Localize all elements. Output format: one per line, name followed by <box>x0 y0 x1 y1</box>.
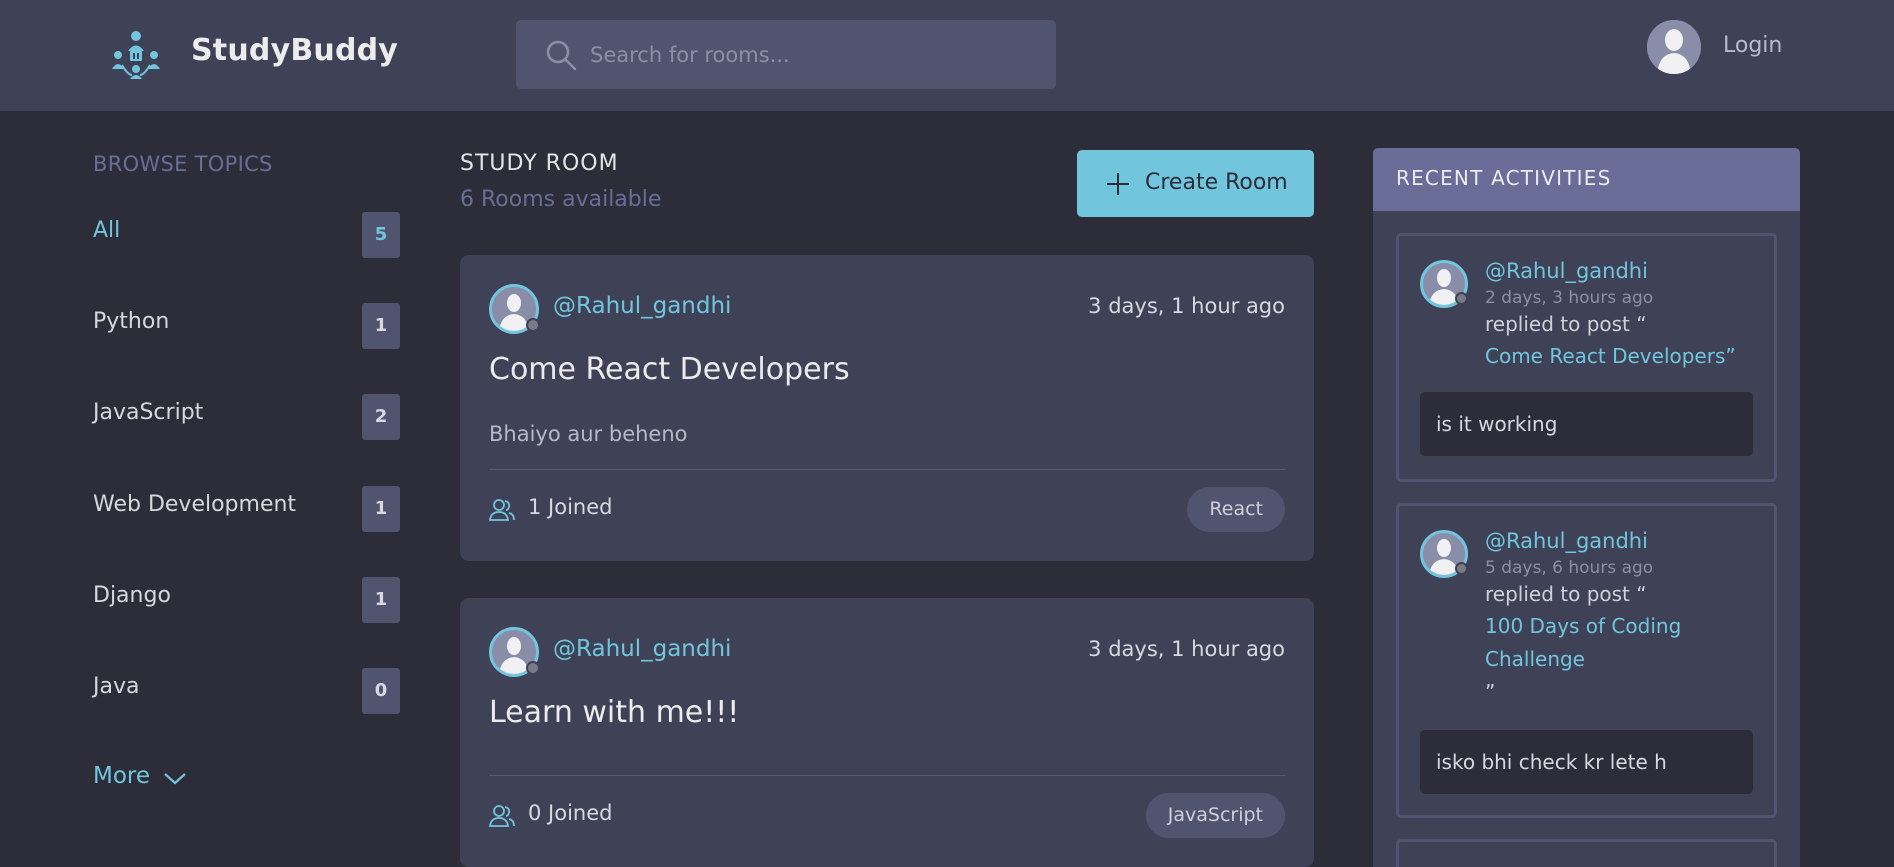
search-input[interactable] <box>590 20 1030 89</box>
create-room-button[interactable]: Create Room <box>1077 150 1314 217</box>
room-title-link[interactable]: Learn with me!!! <box>489 695 739 730</box>
joined-count: 1 Joined <box>528 495 613 519</box>
topic-count-badge: 5 <box>362 212 400 258</box>
room-topic-tag[interactable]: JavaScript <box>1145 793 1285 838</box>
room-card: @Rahul_gandhi 3 days, 1 hour ago Come Re… <box>460 255 1314 561</box>
study-room-heading: STUDY ROOM <box>460 151 619 176</box>
topic-label: All <box>93 218 121 243</box>
search-bar[interactable] <box>516 20 1056 89</box>
status-dot <box>1455 292 1468 305</box>
user-silhouette-icon <box>1647 20 1701 74</box>
card-divider <box>489 469 1285 470</box>
recent-activities-panel: RECENT ACTIVITIES @Rahul_gandhi 2 days, … <box>1373 148 1800 867</box>
activity-reply-text: is it working <box>1420 392 1753 456</box>
host-username-link[interactable]: @Rahul_gandhi <box>553 636 731 662</box>
joined-count: 0 Joined <box>528 801 613 825</box>
people-icon <box>489 499 515 521</box>
activity-post-link-cont[interactable]: Challenge <box>1485 643 1585 676</box>
activity-post-link[interactable]: 100 Days of Coding <box>1485 610 1681 643</box>
top-navbar: StudyBuddy Login <box>0 0 1894 111</box>
browse-topics-title: BROWSE TOPICS <box>93 152 273 176</box>
people-icon <box>489 805 515 827</box>
topic-count-badge: 2 <box>362 394 400 440</box>
activity-post-link[interactable]: Come React Developers” <box>1485 340 1736 373</box>
more-topics-link[interactable]: More <box>93 763 150 789</box>
create-room-label: Create Room <box>1145 170 1288 195</box>
status-dot <box>1455 562 1468 575</box>
topic-count-badge: 1 <box>362 486 400 532</box>
topic-label: JavaScript <box>93 400 204 425</box>
activity-reply-text: isko bhi check kr lete h <box>1420 730 1753 794</box>
topic-item-java[interactable]: Java 0 <box>93 668 400 714</box>
login-link[interactable]: Login <box>1723 33 1782 58</box>
activity-username-link[interactable]: @Rahul_gandhi <box>1485 529 1648 553</box>
studybuddy-logo-icon[interactable] <box>110 29 162 79</box>
topic-count-badge: 0 <box>362 668 400 714</box>
topic-item-all[interactable]: All 5 <box>93 212 400 258</box>
activity-quote-end: ” <box>1485 680 1496 704</box>
room-topic-tag[interactable]: React <box>1187 487 1285 532</box>
topic-count-badge: 1 <box>362 577 400 623</box>
search-icon <box>546 40 577 71</box>
recent-activities-header: RECENT ACTIVITIES <box>1373 148 1800 211</box>
chevron-down-icon[interactable] <box>162 767 188 789</box>
topic-count-badge: 1 <box>362 303 400 349</box>
room-timestamp: 3 days, 1 hour ago <box>1088 294 1285 318</box>
status-dot <box>526 661 540 675</box>
activity-timestamp: 2 days, 3 hours ago <box>1485 288 1654 308</box>
recent-activities-title: RECENT ACTIVITIES <box>1396 166 1612 190</box>
room-title-link[interactable]: Come React Developers <box>489 352 850 387</box>
topic-label: Web Development <box>93 492 297 517</box>
topic-item-python[interactable]: Python 1 <box>93 303 400 349</box>
user-avatar[interactable] <box>1647 20 1701 74</box>
topic-label: Python <box>93 309 170 334</box>
activity-timestamp: 5 days, 6 hours ago <box>1485 558 1654 578</box>
topic-item-django[interactable]: Django 1 <box>93 577 400 623</box>
card-divider <box>489 775 1285 776</box>
activity-action-text: replied to post “ <box>1485 312 1647 336</box>
plus-icon <box>1107 173 1129 195</box>
topic-label: Django <box>93 583 171 608</box>
host-username-link[interactable]: @Rahul_gandhi <box>553 293 731 319</box>
activity-item: @Rahul_gandhi 2 days, 3 hours ago replie… <box>1396 233 1777 482</box>
room-description: Bhaiyo aur beheno <box>489 422 688 446</box>
status-dot <box>526 318 540 332</box>
room-card: @Rahul_gandhi 3 days, 1 hour ago Learn w… <box>460 598 1314 867</box>
topic-item-javascript[interactable]: JavaScript 2 <box>93 394 400 440</box>
brand-name[interactable]: StudyBuddy <box>191 33 398 68</box>
activity-item <box>1396 839 1777 867</box>
room-timestamp: 3 days, 1 hour ago <box>1088 637 1285 661</box>
activity-action-text: replied to post “ <box>1485 582 1647 606</box>
rooms-available-count: 6 Rooms available <box>460 187 662 212</box>
activity-item: @Rahul_gandhi 5 days, 6 hours ago replie… <box>1396 503 1777 818</box>
topic-item-web-development[interactable]: Web Development 1 <box>93 486 400 532</box>
activity-username-link[interactable]: @Rahul_gandhi <box>1485 259 1648 283</box>
topic-label: Java <box>93 674 140 699</box>
